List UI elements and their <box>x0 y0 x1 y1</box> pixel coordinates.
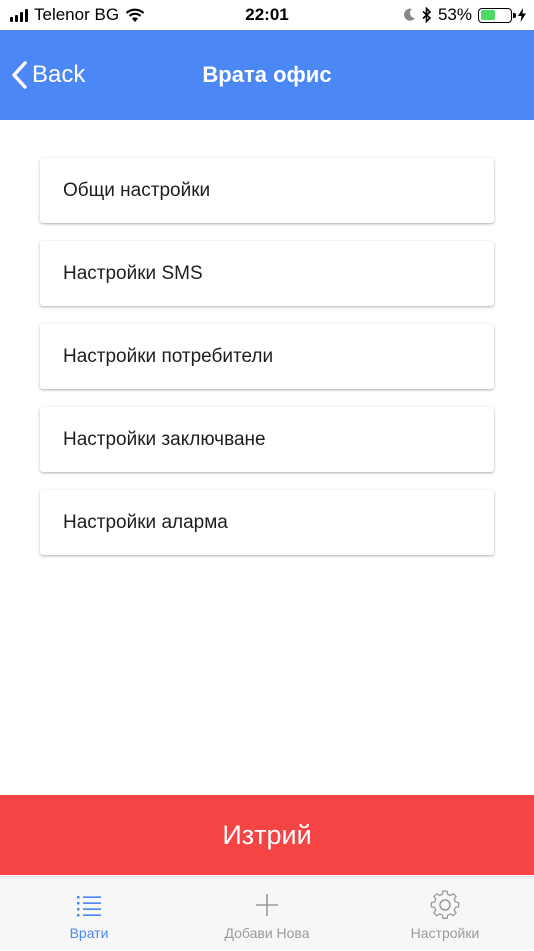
menu-item-alarm-settings[interactable]: Настройки аларма <box>40 490 494 555</box>
menu-item-label: Настройки аларма <box>63 511 228 533</box>
battery-fill <box>480 10 496 20</box>
tab-settings[interactable]: Настройки <box>356 877 534 951</box>
back-button[interactable]: Back <box>10 30 85 120</box>
menu-item-lock-settings[interactable]: Настройки заключване <box>40 407 494 472</box>
battery-percent: 53% <box>437 5 472 24</box>
menu-item-label: Настройки SMS <box>63 262 203 284</box>
charging-icon <box>518 8 526 22</box>
status-right: 53% <box>403 5 526 25</box>
delete-label: Изтрий <box>222 819 312 850</box>
plus-icon <box>256 894 278 916</box>
status-bar: Telenor BG 22:01 53% <box>0 0 534 30</box>
settings-menu: Общи настройки Настройки SMS Настройки п… <box>40 158 494 573</box>
battery-icon <box>478 7 516 23</box>
list-icon <box>77 896 101 917</box>
bluetooth-icon <box>422 7 432 23</box>
menu-item-label: Настройки заключване <box>63 428 266 450</box>
tab-doors[interactable]: Врати <box>0 877 178 951</box>
gear-icon <box>430 890 460 919</box>
back-label: Back <box>32 61 86 88</box>
menu-item-label: Общи настройки <box>63 179 211 201</box>
tab-add-new[interactable]: Добави Нова <box>178 877 356 951</box>
tab-label: Добави Нова <box>224 925 310 941</box>
tab-bar: Врати Добави Нова Настройки <box>0 876 534 950</box>
tab-label: Настройки <box>410 925 480 941</box>
delete-button[interactable]: Изтрий <box>0 795 534 875</box>
chevron-left-icon <box>12 61 27 89</box>
menu-item-label: Настройки потребители <box>63 345 274 367</box>
menu-item-sms-settings[interactable]: Настройки SMS <box>40 241 494 306</box>
menu-item-general-settings[interactable]: Общи настройки <box>40 158 494 223</box>
tab-label: Врати <box>69 925 109 941</box>
navigation-bar: Back Врата офис <box>0 30 534 120</box>
moon-icon <box>403 8 415 21</box>
menu-item-user-settings[interactable]: Настройки потребители <box>40 324 494 389</box>
